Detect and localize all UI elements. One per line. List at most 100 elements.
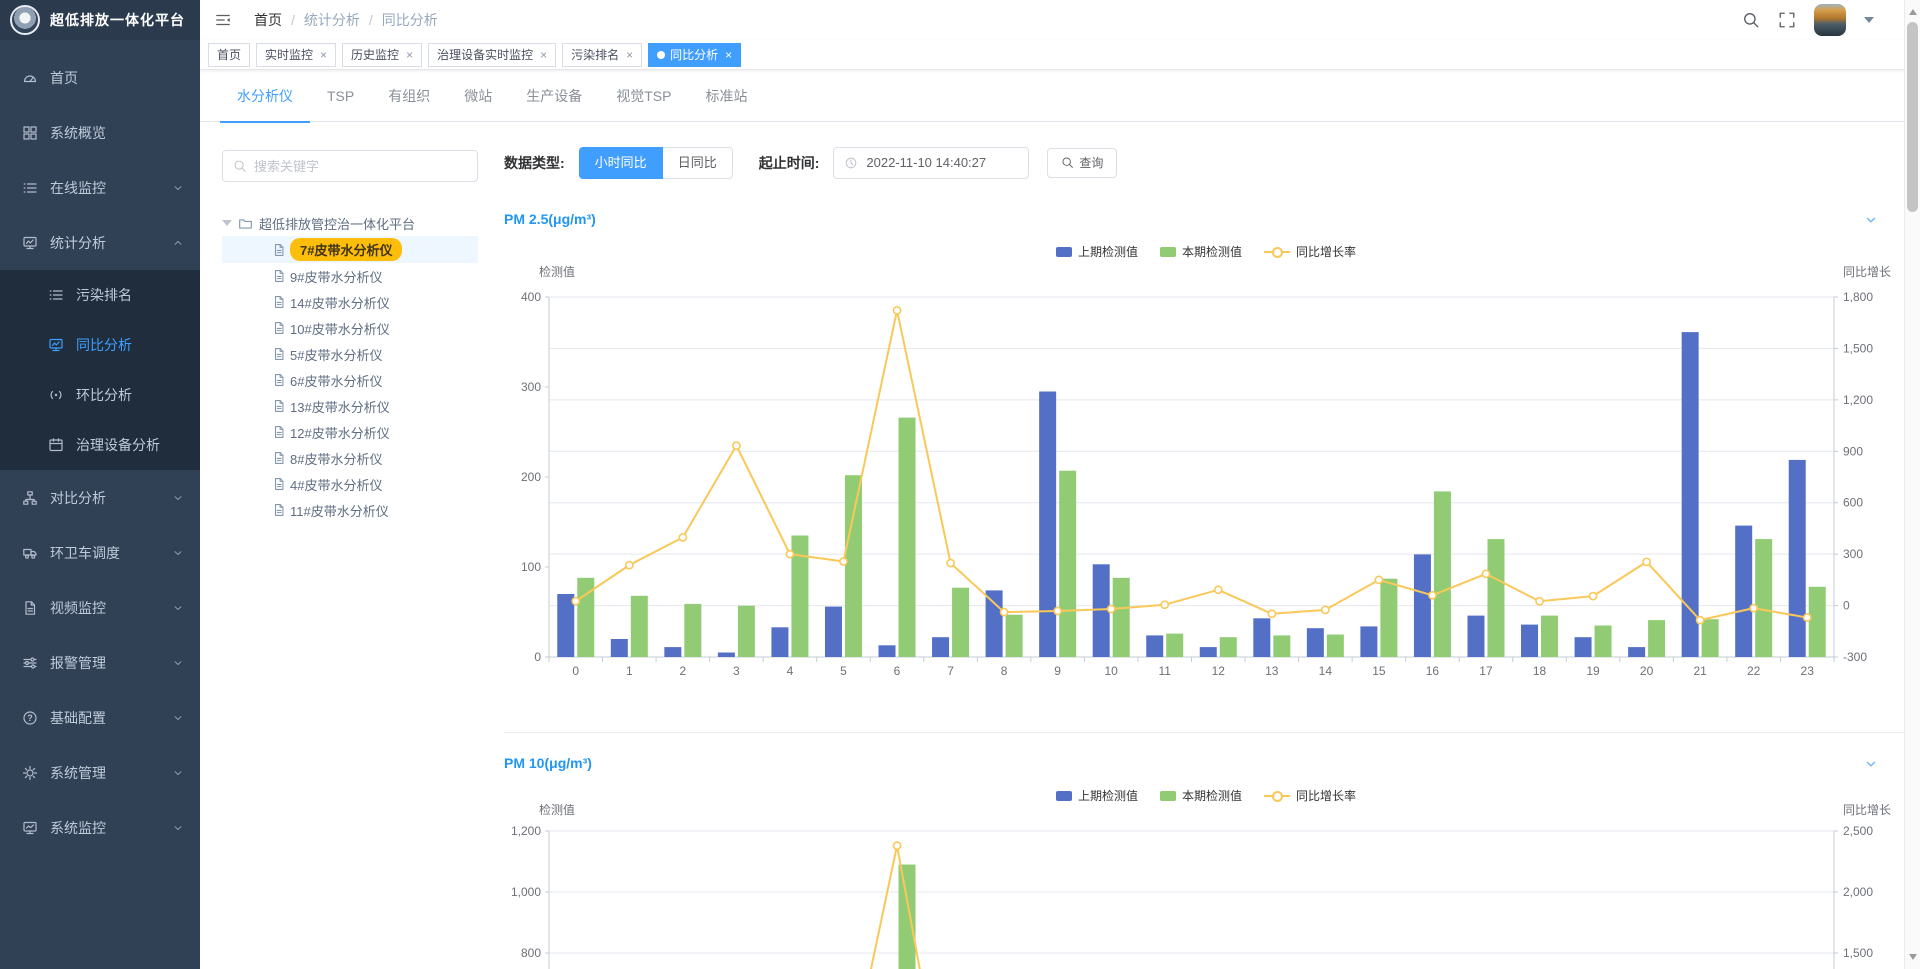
sidebar-item-10[interactable]: 视频监控 (0, 580, 200, 635)
chart-section-pm25: PM 2.5(μg/m³) 上期检测值本期检测值同比增长率 0100200300… (504, 211, 1908, 680)
collapse-chevron-icon[interactable] (1864, 213, 1878, 227)
tree-node[interactable]: 4#皮带水分析仪 (222, 471, 478, 497)
svg-text:0: 0 (572, 664, 579, 678)
query-button[interactable]: 查询 (1047, 148, 1117, 178)
tree-root-node[interactable]: 超低排放管控治一体化平台 (222, 210, 478, 236)
monitor-icon (22, 820, 38, 836)
tag-1[interactable]: 实时监控 × (256, 43, 336, 67)
legend-item[interactable]: 同比增长率 (1264, 787, 1356, 804)
sidebar-item-3[interactable]: 统计分析 (0, 215, 200, 270)
sidebar-item-0[interactable]: 首页 (0, 50, 200, 105)
chevron-down-icon (172, 547, 184, 559)
tree-node[interactable]: 11#皮带水分析仪 (222, 497, 478, 523)
tree-node[interactable]: 9#皮带水分析仪 (222, 263, 478, 289)
tab-1[interactable]: TSP (310, 70, 371, 122)
tree-node[interactable]: 8#皮带水分析仪 (222, 445, 478, 471)
breadcrumb: 首页/统计分析/同比分析 (254, 10, 438, 30)
tag-3[interactable]: 治理设备实时监控× (428, 43, 556, 67)
avatar[interactable] (1814, 4, 1846, 36)
svg-text:检测值: 检测值 (539, 264, 575, 279)
sidebar-item-5[interactable]: 同比分析 (0, 320, 200, 370)
sidebar-item-4[interactable]: 污染排名 (0, 270, 200, 320)
tag-4[interactable]: 污染排名× (562, 43, 642, 67)
active-dot (657, 51, 665, 59)
legend-item[interactable]: 本期检测值 (1160, 243, 1242, 260)
tree-node-label: 8#皮带水分析仪 (290, 449, 382, 468)
fullscreen-icon[interactable] (1778, 11, 1796, 29)
scrollbar-thumb[interactable] (1907, 22, 1918, 212)
tree-node[interactable]: 14#皮带水分析仪 (222, 289, 478, 315)
collapse-chevron-icon[interactable] (1864, 757, 1878, 771)
svg-text:1,000: 1,000 (511, 885, 541, 899)
datetime-picker[interactable]: 2022-11-10 14:40:27 (833, 147, 1029, 179)
charts-column: 数据类型: 小时同比日同比 起止时间: 2022-11-10 14:40:27 … (500, 122, 1908, 969)
tree-node-label: 9#皮带水分析仪 (290, 267, 382, 286)
data-type-option-1[interactable]: 日同比 (663, 147, 733, 179)
search-icon[interactable] (1742, 11, 1760, 29)
svg-text:600: 600 (1843, 496, 1863, 510)
app-logo-icon (10, 5, 40, 35)
sidebar-item-14[interactable]: 系统监控 (0, 800, 200, 855)
legend-swatch (1056, 791, 1072, 801)
sidebar-item-13[interactable]: 系统管理 (0, 745, 200, 800)
tree-node-label: 11#皮带水分析仪 (290, 501, 389, 520)
content-tabs: 水分析仪TSP有组织微站生产设备视觉TSP标准站 (200, 70, 1904, 122)
caret-down-icon[interactable] (222, 220, 232, 231)
tree-node-selected[interactable]: 7#皮带水分析仪 (222, 236, 478, 263)
legend-item[interactable]: 上期检测值 (1056, 787, 1138, 804)
tag-close-icon[interactable]: × (540, 48, 547, 62)
tree-node[interactable]: 10#皮带水分析仪 (222, 315, 478, 341)
menu-fold-icon[interactable] (214, 11, 232, 29)
tag-close-icon[interactable]: × (406, 48, 413, 62)
svg-text:2,000: 2,000 (1843, 885, 1873, 899)
sidebar-item-7[interactable]: 治理设备分析 (0, 420, 200, 470)
tree-node[interactable]: 5#皮带水分析仪 (222, 341, 478, 367)
tab-3[interactable]: 微站 (447, 70, 509, 122)
tab-6[interactable]: 标准站 (688, 70, 764, 122)
sidebar-item-11[interactable]: 报警管理 (0, 635, 200, 690)
legend-swatch (1160, 791, 1176, 801)
tag-close-icon[interactable]: × (320, 48, 327, 62)
page-scrollbar[interactable] (1904, 0, 1920, 969)
tag-close-icon[interactable]: × (626, 48, 633, 62)
svg-text:9: 9 (1054, 664, 1061, 678)
document-icon (272, 399, 286, 413)
topbar: 首页/统计分析/同比分析 (200, 0, 1904, 40)
main-area: 首页/统计分析/同比分析 首页实时监控×历史监控×治理设备实时监控×污染排名×同… (200, 0, 1904, 969)
tab-5[interactable]: 视觉TSP (599, 70, 688, 122)
tree-search-input[interactable] (254, 159, 467, 174)
tag-close-icon[interactable]: × (725, 48, 732, 62)
svg-text:1,500: 1,500 (1843, 341, 1873, 355)
signal-icon (48, 387, 64, 403)
chevron-down-icon (172, 182, 184, 194)
legend-item[interactable]: 本期检测值 (1160, 787, 1242, 804)
sidebar-item-8[interactable]: 对比分析 (0, 470, 200, 525)
data-type-option-0[interactable]: 小时同比 (579, 147, 663, 179)
tag-5[interactable]: 同比分析× (648, 43, 741, 67)
breadcrumb-item[interactable]: 首页 (254, 10, 282, 30)
filter-bar: 数据类型: 小时同比日同比 起止时间: 2022-11-10 14:40:27 … (504, 146, 1908, 179)
sidebar-item-6[interactable]: 环比分析 (0, 370, 200, 420)
scroll-up-icon[interactable] (1909, 5, 1917, 15)
tag-label: 实时监控 (265, 46, 313, 63)
tab-0[interactable]: 水分析仪 (220, 70, 310, 122)
tab-4[interactable]: 生产设备 (509, 70, 599, 122)
org-icon (22, 490, 38, 506)
tag-2[interactable]: 历史监控× (342, 43, 422, 67)
legend-item[interactable]: 同比增长率 (1264, 243, 1356, 260)
tree-node[interactable]: 13#皮带水分析仪 (222, 393, 478, 419)
breadcrumb-item: 同比分析 (382, 10, 438, 30)
sidebar-item-2[interactable]: 在线监控 (0, 160, 200, 215)
user-caret-down-icon[interactable] (1864, 17, 1874, 28)
sidebar-item-9[interactable]: 环卫车调度 (0, 525, 200, 580)
tag-0[interactable]: 首页 (208, 43, 250, 67)
tree-node[interactable]: 12#皮带水分析仪 (222, 419, 478, 445)
svg-text:14: 14 (1319, 664, 1333, 678)
scroll-down-icon[interactable] (1909, 954, 1917, 964)
legend-item[interactable]: 上期检测值 (1056, 243, 1138, 260)
tab-2[interactable]: 有组织 (371, 70, 447, 122)
sidebar-item-12[interactable]: ?基础配置 (0, 690, 200, 745)
tree-node[interactable]: 6#皮带水分析仪 (222, 367, 478, 393)
svg-text:19: 19 (1586, 664, 1600, 678)
sidebar-item-1[interactable]: 系统概览 (0, 105, 200, 160)
